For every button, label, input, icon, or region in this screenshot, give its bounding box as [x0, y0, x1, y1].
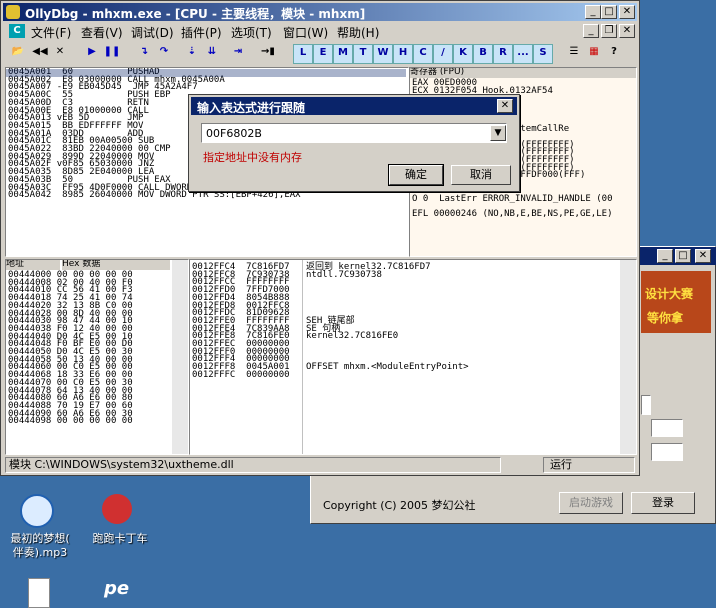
child-restore-button[interactable]: ❐ — [601, 24, 617, 38]
copyright-text: Copyright (C) 2005 梦幻公社 — [323, 499, 476, 512]
dialog-titlebar: 输入表达式进行跟随 ✕ — [191, 97, 517, 115]
trace-into-icon[interactable]: ⇣ — [183, 44, 201, 62]
toolbar: 📂 ◀◀ ✕ ▶ ❚❚ ↴ ↷ ⇣ ⇊ ⇥ →▮ L E M T W H C /… — [3, 41, 637, 67]
cancel-button[interactable]: 取消 — [451, 165, 511, 185]
step-over-icon[interactable]: ↷ — [155, 44, 173, 62]
stack-values: 0012FFC4 7C816FD7 0012FFC8 7C930738 0012… — [192, 262, 290, 380]
dropdown-arrow-icon[interactable]: ▼ — [490, 125, 506, 141]
menu-debug[interactable]: 调试(D) — [131, 24, 174, 41]
menu-file[interactable]: 文件(F) — [31, 24, 71, 41]
dump-hex-header: Hex 数据 — [62, 260, 170, 270]
run-icon[interactable]: ▶ — [83, 44, 101, 62]
close-process-icon[interactable]: ✕ — [51, 44, 69, 62]
child-close-button[interactable]: ✕ — [619, 24, 635, 38]
appearance-icon[interactable]: ▦ — [585, 44, 603, 62]
source-button[interactable]: S — [533, 44, 553, 64]
stack-scrollbar[interactable] — [620, 260, 636, 454]
registers-header: 寄存器 (FPU) — [410, 68, 636, 78]
hex-dump-pane[interactable]: 地址 Hex 数据 00444000 00 00 00 00 00 004440… — [5, 259, 189, 455]
menu-plugins[interactable]: 插件(P) — [181, 24, 222, 41]
run-trace-button[interactable]: ... — [513, 44, 533, 64]
dialog-title: 输入表达式进行跟随 — [197, 101, 306, 115]
step-into-icon[interactable]: ↴ — [135, 44, 153, 62]
menu-help[interactable]: 帮助(H) — [337, 24, 379, 41]
expression-input[interactable]: 00F6802B ▼ — [201, 123, 507, 143]
help-icon[interactable]: ? — [605, 44, 623, 62]
stack-comments: 返回到 kernel32.7C816FD7 ntdll.7C930738 SEH… — [306, 262, 469, 373]
account-field-edge[interactable] — [641, 395, 651, 415]
status-bar: 模块 C:\WINDOWS\system32\uxtheme.dll 运行 — [3, 456, 637, 474]
menu-view[interactable]: 查看(V) — [81, 24, 123, 41]
ollydbg-window: OllyDbg - mhxm.exe - [CPU - 主要线程，模块 - mh… — [0, 0, 640, 476]
child-minimize-button[interactable]: _ — [583, 24, 599, 38]
login-button[interactable]: 登录 — [631, 492, 695, 514]
dialog-close-button[interactable]: ✕ — [497, 99, 513, 113]
handles-button[interactable]: H — [393, 44, 413, 64]
call-stack-button[interactable]: K — [453, 44, 473, 64]
maximize-button[interactable]: □ — [601, 5, 617, 19]
app-icon — [6, 5, 20, 19]
log-window-button[interactable]: L — [293, 44, 313, 64]
kart-game-icon[interactable] — [102, 494, 132, 524]
list-icon[interactable]: ☰ — [565, 44, 583, 62]
status-state: 运行 — [543, 457, 635, 473]
password-input[interactable] — [651, 443, 683, 461]
close-button[interactable]: ✕ — [695, 249, 711, 263]
media-file-icon[interactable] — [20, 494, 54, 528]
stack-pane[interactable]: 0012FFC4 7C816FD7 0012FFC8 7C930738 0012… — [189, 259, 637, 455]
ok-button[interactable]: 确定 — [388, 164, 444, 186]
document-icon[interactable] — [28, 578, 50, 608]
open-icon[interactable]: 📂 — [9, 44, 27, 62]
trace-over-icon[interactable]: ⇊ — [203, 44, 221, 62]
minimize-button[interactable]: _ — [657, 249, 673, 263]
menu-window[interactable]: 窗口(W) — [283, 24, 328, 41]
status-module: 模块 C:\WINDOWS\system32\uxtheme.dll — [5, 457, 501, 473]
maximize-button[interactable]: □ — [675, 249, 691, 263]
error-message: 指定地址中没有内存 — [203, 151, 302, 164]
execute-till-return-icon[interactable]: ⇥ — [229, 44, 247, 62]
threads-button[interactable]: T — [353, 44, 373, 64]
event-banner[interactable]: 设计大赛 等你拿 — [641, 271, 711, 333]
windows-button[interactable]: W — [373, 44, 393, 64]
account-input[interactable] — [651, 419, 683, 437]
cpu-button[interactable]: C — [413, 44, 433, 64]
memory-map-button[interactable]: M — [333, 44, 353, 64]
current-line-highlight — [6, 69, 406, 77]
start-game-button[interactable]: 启动游戏 — [559, 492, 623, 514]
banner-line2: 等你拿 — [647, 311, 684, 325]
rewind-icon[interactable]: ◀◀ — [31, 44, 49, 62]
menu-bar: C 文件(F) 查看(V) 调试(D) 插件(P) 选项(T) 窗口(W) 帮助… — [3, 23, 637, 41]
breakpoints-button[interactable]: B — [473, 44, 493, 64]
modules-button[interactable]: E — [313, 44, 333, 64]
minimize-button[interactable]: _ — [585, 5, 601, 19]
cpu-icon[interactable]: C — [9, 24, 25, 38]
references-button[interactable]: R — [493, 44, 513, 64]
dump-scrollbar[interactable] — [172, 260, 188, 454]
dump-listing: 00444000 00 00 00 00 00 00444008 02 00 4… — [8, 270, 133, 427]
follow-expression-dialog: 输入表达式进行跟随 ✕ 00F6802B ▼ 指定地址中没有内存 确定 取消 — [188, 94, 520, 192]
patches-button[interactable]: / — [433, 44, 453, 64]
window-title: OllyDbg - mhxm.exe - [CPU - 主要线程，模块 - mh… — [25, 7, 366, 21]
desktop-icon-label: 伴奏).mp3 — [12, 546, 68, 559]
banner-line1: 设计大赛 — [645, 287, 694, 301]
pe-tool-icon[interactable]: pe — [104, 578, 134, 606]
stack-column-divider — [302, 260, 303, 454]
close-button[interactable]: ✕ — [619, 5, 635, 19]
pause-icon[interactable]: ❚❚ — [103, 44, 121, 62]
desktop-icon-label: 跑跑卡丁车 — [92, 532, 148, 545]
expression-value: 00F6802B — [206, 127, 262, 140]
goto-icon[interactable]: →▮ — [259, 44, 277, 62]
main-titlebar: OllyDbg - mhxm.exe - [CPU - 主要线程，模块 - mh… — [3, 3, 637, 21]
menu-options[interactable]: 选项(T) — [231, 24, 272, 41]
dump-address-header: 地址 — [6, 260, 60, 270]
